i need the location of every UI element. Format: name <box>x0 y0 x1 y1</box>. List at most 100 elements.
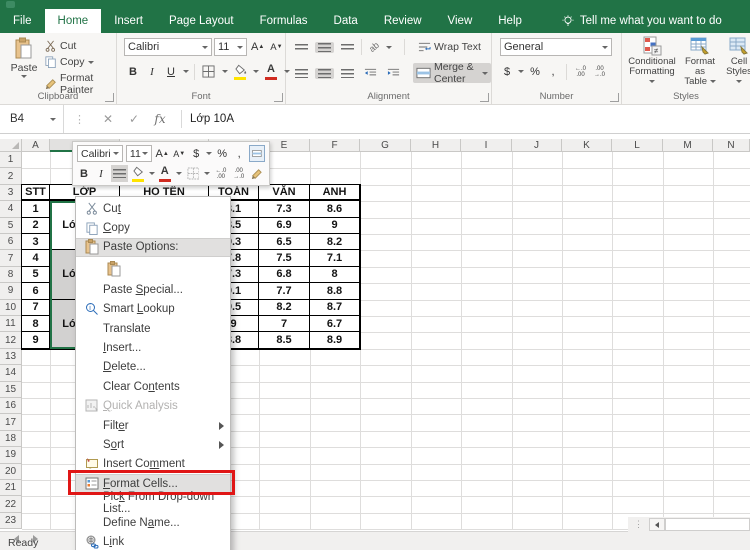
mini-decrease-decimal-button[interactable]: .00 →.0 <box>231 165 246 182</box>
scroll-left-icon[interactable] <box>649 518 665 531</box>
column-header-H[interactable]: H <box>411 139 461 152</box>
mini-font-size-combo[interactable]: 11 <box>125 145 153 162</box>
column-header-L[interactable]: L <box>612 139 663 152</box>
decrease-indent-button[interactable] <box>361 67 380 79</box>
cell-F11[interactable]: 6.7 <box>310 316 360 333</box>
cell-A12[interactable]: 9 <box>22 332 50 349</box>
mini-font-color-caret[interactable] <box>175 172 182 175</box>
increase-decimal-button[interactable]: ←.0.00 <box>573 63 588 80</box>
menu-item-clear-contents[interactable]: Clear Contents <box>76 377 230 396</box>
row-header-6[interactable]: 6 <box>0 234 22 251</box>
alignment-dialog-launcher[interactable] <box>480 93 489 102</box>
cell-E8[interactable]: 6.8 <box>259 266 310 284</box>
menu-item-insert[interactable]: Insert... <box>76 338 230 357</box>
mini-fill-color-caret[interactable] <box>148 172 155 175</box>
menu-item-link[interactable]: Link <box>76 532 230 550</box>
merge-center-button[interactable]: Merge & Center <box>413 61 491 85</box>
cell-F9[interactable]: 8.8 <box>310 283 360 300</box>
mini-italic-button[interactable]: I <box>94 165 108 182</box>
scrollbar-grip[interactable]: ⋮ <box>634 519 643 530</box>
mini-currency-caret[interactable] <box>206 152 213 155</box>
tab-data[interactable]: Data <box>321 9 371 33</box>
cell-A8[interactable]: 5 <box>22 266 50 284</box>
cell-E7[interactable]: 7.5 <box>259 250 310 267</box>
italic-button[interactable]: I <box>145 63 159 80</box>
wrap-text-button[interactable]: Wrap Text <box>415 40 484 54</box>
cell-A10[interactable]: 7 <box>22 299 50 316</box>
align-right-button[interactable] <box>338 68 357 79</box>
paste-option-button[interactable] <box>103 258 125 279</box>
row-header-21[interactable]: 21 <box>0 480 22 497</box>
row-header-3[interactable]: 3 <box>0 184 22 202</box>
menu-item-filter[interactable]: Filter <box>76 416 230 435</box>
decrease-font-button[interactable]: A ▼ <box>268 39 284 56</box>
fill-color-button[interactable] <box>233 64 248 80</box>
cell-F8[interactable]: 8 <box>310 266 360 284</box>
comma-button[interactable]: , <box>546 63 560 80</box>
row-header-22[interactable]: 22 <box>0 496 22 513</box>
row-header-9[interactable]: 9 <box>0 283 22 300</box>
menu-item-translate[interactable]: Translate <box>76 319 230 338</box>
row-header-11[interactable]: 11 <box>0 316 22 333</box>
align-center-button[interactable] <box>315 67 334 79</box>
cell-A5[interactable]: 2 <box>22 217 50 234</box>
mini-format-painter-button[interactable] <box>249 165 265 182</box>
borders-dropdown-caret[interactable] <box>222 70 228 73</box>
cell-A11[interactable]: 8 <box>22 316 50 333</box>
horizontal-scrollbar[interactable]: ⋮ <box>628 517 750 532</box>
mini-merge-center-button[interactable] <box>249 145 265 162</box>
align-middle-button[interactable] <box>315 41 334 53</box>
mini-currency-button[interactable]: $ <box>189 145 203 162</box>
menu-item-copy[interactable]: Copy <box>76 218 230 237</box>
cell-E6[interactable]: 6.5 <box>259 234 310 251</box>
clipboard-dialog-launcher[interactable] <box>105 93 114 102</box>
tab-formulas[interactable]: Formulas <box>247 9 321 33</box>
menu-item-delete[interactable]: Delete... <box>76 358 230 377</box>
row-header-14[interactable]: 14 <box>0 365 22 382</box>
paste-button[interactable]: Paste <box>8 37 40 78</box>
underline-button[interactable]: U <box>164 63 178 80</box>
increase-font-button[interactable]: A ▲ <box>249 39 266 56</box>
underline-dropdown-caret[interactable] <box>183 70 189 73</box>
select-all-corner[interactable] <box>0 139 22 152</box>
cell-F4[interactable]: 8.6 <box>310 201 360 218</box>
row-header-18[interactable]: 18 <box>0 430 22 448</box>
row-header-1[interactable]: 1 <box>0 152 22 169</box>
cell-E11[interactable]: 7 <box>259 316 310 333</box>
cancel-icon[interactable]: ✕ <box>95 112 121 126</box>
number-format-combo[interactable]: General <box>500 38 612 56</box>
cell-E12[interactable]: 8.5 <box>259 332 310 349</box>
cell-A7[interactable]: 4 <box>22 250 50 267</box>
copy-button[interactable]: Copy <box>42 55 97 69</box>
cell-A9[interactable]: 6 <box>22 283 50 300</box>
table-header-F[interactable]: ANH <box>310 184 360 202</box>
number-dialog-launcher[interactable] <box>610 93 619 102</box>
column-header-J[interactable]: J <box>512 139 562 152</box>
paste-dropdown-caret[interactable] <box>21 75 27 78</box>
row-header-5[interactable]: 5 <box>0 217 22 234</box>
mini-decrease-font-button[interactable]: A ▼ <box>172 145 186 162</box>
menu-item-insert-comment[interactable]: Insert Comment <box>76 455 230 474</box>
cut-button[interactable]: Cut <box>42 39 79 53</box>
merge-center-dropdown-caret[interactable] <box>482 71 488 75</box>
tab-review[interactable]: Review <box>371 9 435 33</box>
row-header-16[interactable]: 16 <box>0 398 22 415</box>
tab-home[interactable]: Home <box>44 9 102 33</box>
mini-borders-caret[interactable] <box>204 172 211 175</box>
enter-icon[interactable]: ✓ <box>121 112 147 126</box>
column-header-F[interactable]: F <box>310 139 360 152</box>
column-header-M[interactable]: M <box>663 139 713 152</box>
menu-item-paste-special[interactable]: Paste Special... <box>76 280 230 299</box>
format-as-table-button[interactable]: Format as Table <box>680 36 720 87</box>
orientation-dropdown-caret[interactable] <box>386 45 393 49</box>
tab-page-layout[interactable]: Page Layout <box>156 9 247 33</box>
menu-item-paste-options[interactable]: Paste Options: <box>76 237 230 258</box>
currency-dropdown-caret[interactable] <box>518 70 524 73</box>
row-header-15[interactable]: 15 <box>0 381 22 398</box>
row-header-7[interactable]: 7 <box>0 250 22 267</box>
name-box-caret[interactable] <box>50 117 57 121</box>
mini-font-color-button[interactable]: A <box>158 165 173 182</box>
menu-item-smart-lookup[interactable]: i Smart Lookup <box>76 300 230 319</box>
cell-F7[interactable]: 7.1 <box>310 250 360 267</box>
bold-button[interactable]: B <box>126 63 140 80</box>
